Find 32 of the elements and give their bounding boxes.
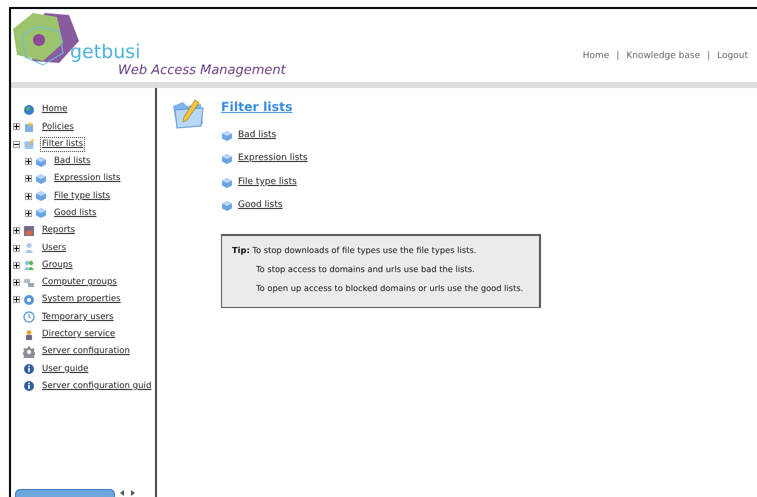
- tree-item-link[interactable]: Groups: [40, 258, 75, 273]
- tree-item-link[interactable]: Temporary users: [40, 310, 116, 325]
- tip-text: To open up access to blocked domains or urls use the good lists.: [256, 282, 524, 293]
- tree-item-link[interactable]: System properties: [40, 292, 123, 308]
- logo-text: getbusi: [70, 43, 142, 62]
- tree-item-link[interactable]: Bad lists: [52, 154, 92, 169]
- tip-text: To stop downloads of file types use the file types lists.: [251, 244, 476, 255]
- product-subtitle: Web Access Management: [118, 64, 287, 77]
- tree-item-link[interactable]: Users: [40, 240, 68, 256]
- tree-item-link[interactable]: Server configuration guid: [40, 378, 154, 394]
- tree-item-link[interactable]: Computer groups: [40, 275, 119, 290]
- list-link[interactable]: File type lists: [238, 176, 297, 190]
- tree-item-link[interactable]: Home: [40, 102, 70, 118]
- tree-item-link[interactable]: Filter lists: [40, 136, 86, 152]
- tip-label: Tip:: [232, 244, 250, 255]
- header-link[interactable]: Knowledge base: [626, 50, 700, 64]
- tree-item-link[interactable]: Reports: [40, 223, 77, 238]
- tree-item-link[interactable]: Expression lists: [52, 171, 122, 186]
- separator-text: |: [707, 50, 710, 63]
- list-link[interactable]: Expression lists: [238, 152, 308, 166]
- tree-item-link[interactable]: Directory service: [40, 327, 118, 342]
- tree-item-link[interactable]: Server configuration: [40, 344, 132, 360]
- separator-text: |: [616, 50, 620, 63]
- tree-item-link[interactable]: User guide: [40, 362, 90, 377]
- tree-item-link[interactable]: Policies: [40, 120, 76, 134]
- tree-item-link[interactable]: File type lists: [52, 188, 112, 204]
- tip-text: To stop access to domains and urls use bad the lists.: [256, 264, 475, 274]
- tree-item-link[interactable]: Good lists: [52, 206, 98, 221]
- list-link[interactable]: Good lists: [238, 199, 282, 213]
- header-link[interactable]: Home: [582, 50, 610, 64]
- list-link[interactable]: Bad lists: [238, 128, 276, 142]
- header-link[interactable]: Logout: [717, 50, 748, 64]
